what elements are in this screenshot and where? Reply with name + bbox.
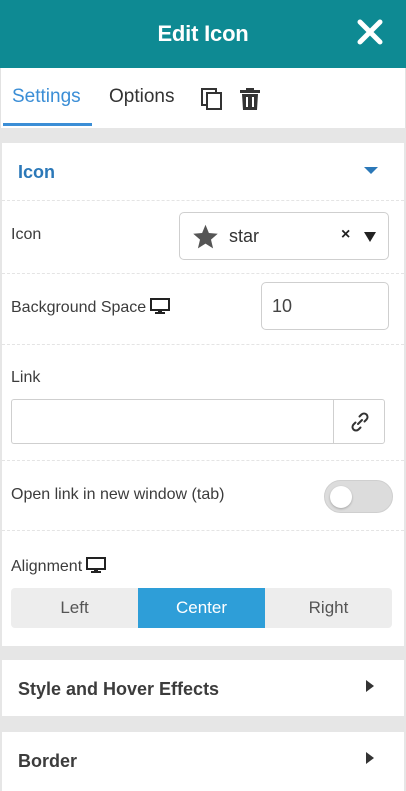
link-input[interactable] bbox=[11, 399, 334, 444]
divider bbox=[2, 460, 404, 461]
divider bbox=[2, 530, 404, 531]
trash-icon[interactable] bbox=[238, 87, 262, 111]
background-space-label: Background Space bbox=[11, 298, 171, 317]
divider bbox=[2, 344, 404, 345]
icon-select-value: star bbox=[229, 226, 260, 246]
new-window-toggle[interactable] bbox=[324, 480, 393, 513]
border-section[interactable]: Border bbox=[2, 732, 404, 791]
alignment-label: Alignment bbox=[11, 557, 107, 576]
section-title-icon[interactable]: Icon bbox=[18, 162, 55, 183]
align-left-button[interactable]: Left bbox=[11, 588, 138, 628]
toggle-knob bbox=[330, 486, 352, 508]
monitor-icon[interactable] bbox=[150, 298, 171, 314]
background-space-label-text: Background Space bbox=[11, 299, 147, 316]
divider bbox=[2, 273, 404, 274]
align-center-button[interactable]: Center bbox=[138, 588, 265, 628]
monitor-icon[interactable] bbox=[86, 557, 107, 573]
dropdown-arrow-icon[interactable] bbox=[364, 232, 376, 242]
panel-title: Edit Icon bbox=[157, 21, 249, 46]
alignment-button-group: Left Center Right bbox=[11, 588, 392, 628]
link-label: Link bbox=[11, 369, 41, 386]
background-space-input[interactable] bbox=[261, 282, 389, 330]
chevron-down-icon[interactable] bbox=[364, 167, 378, 174]
chevron-right-icon bbox=[366, 680, 374, 692]
close-icon[interactable] bbox=[356, 18, 384, 46]
clear-icon[interactable]: × bbox=[341, 226, 350, 244]
divider bbox=[2, 200, 404, 201]
tab-settings[interactable]: Settings bbox=[12, 86, 81, 108]
link-button[interactable] bbox=[333, 399, 385, 444]
panel-header: Edit Icon bbox=[0, 0, 406, 68]
active-tab-indicator bbox=[3, 123, 92, 126]
tab-bar: Settings Options bbox=[0, 68, 406, 128]
alignment-label-text: Alignment bbox=[11, 558, 83, 575]
icon-select[interactable]: star × bbox=[179, 212, 389, 260]
icon-field-label: Icon bbox=[11, 226, 42, 243]
style-hover-section[interactable]: Style and Hover Effects bbox=[2, 660, 404, 716]
section-title-style-hover: Style and Hover Effects bbox=[18, 679, 220, 699]
section-title-border: Border bbox=[18, 751, 78, 771]
new-window-label: Open link in new window (tab) bbox=[11, 486, 225, 503]
tab-options[interactable]: Options bbox=[109, 86, 174, 108]
copy-icon[interactable] bbox=[200, 87, 224, 111]
link-icon bbox=[351, 412, 369, 432]
align-right-button[interactable]: Right bbox=[265, 588, 392, 628]
chevron-right-icon bbox=[366, 752, 374, 764]
star-icon bbox=[193, 224, 218, 249]
